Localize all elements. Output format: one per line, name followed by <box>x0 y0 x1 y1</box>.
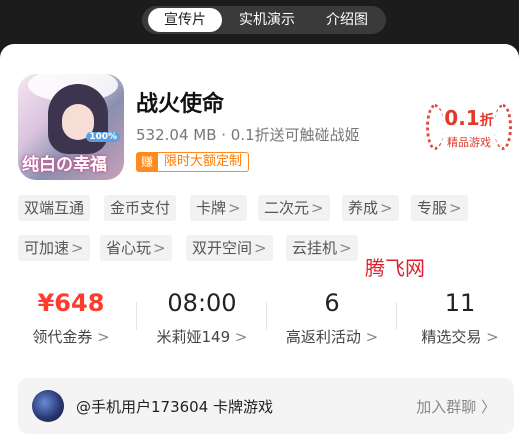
avatar <box>32 390 64 422</box>
tag-cloud-idle[interactable]: 云挂机 > <box>286 235 358 261</box>
group-chat-text: @手机用户173604 卡牌游戏 <box>76 398 274 416</box>
discount-label: 精品游戏 <box>447 136 491 149</box>
tag-easy-play[interactable]: 省心玩 > <box>100 235 172 261</box>
icon-logo-text: 纯白の幸福 <box>22 155 107 175</box>
tab-gameplay-demo[interactable]: 实机演示 <box>222 8 312 32</box>
stat-launch-time[interactable]: 08:00 米莉娅149 > <box>137 286 267 347</box>
stat-rebate-events-value: 6 <box>324 289 340 317</box>
media-tab-bar: 宣传片 实机演示 介绍图 <box>0 0 519 44</box>
tag-accelerate[interactable]: 可加速 > <box>18 235 90 261</box>
stat-trades[interactable]: 11 精选交易 > <box>395 286 519 347</box>
game-icon[interactable]: 100% 纯白の幸福 <box>18 74 124 180</box>
stat-rebate-events[interactable]: 6 高返利活动 > <box>267 286 397 347</box>
promo-badge: 赚 <box>136 152 158 172</box>
stat-voucher-value: ¥648 <box>37 289 105 317</box>
stat-voucher[interactable]: ¥648 领代金券 > <box>6 286 136 347</box>
media-segmented-control: 宣传片 实机演示 介绍图 <box>142 6 386 34</box>
discount-number: 0.1 <box>444 106 480 130</box>
tab-promo-video[interactable]: 宣传片 <box>148 8 222 32</box>
game-detail-card: 100% 纯白の幸福 战火使命 532.04 MB · 0.1折送可触碰战姬 赚… <box>0 44 519 447</box>
stat-trades-label: 精选交易 > <box>421 328 499 346</box>
join-group-button[interactable]: 加入群聊 〉 <box>416 396 496 417</box>
tab-screenshots[interactable]: 介绍图 <box>312 8 382 32</box>
tag-dual-space[interactable]: 双开空间 > <box>186 235 273 261</box>
tag-exclusive-server[interactable]: 专服 > <box>411 195 468 221</box>
game-subtitle: 532.04 MB · 0.1折送可触碰战姬 <box>136 126 360 144</box>
tag-coin-pay: 金币支付 <box>104 195 177 221</box>
discount-value: 0.1折 <box>424 106 514 130</box>
icon-percent-badge: 100% <box>86 132 120 142</box>
tag-anime[interactable]: 二次元 > <box>258 195 330 221</box>
promo-text: 限时大额定制 <box>158 152 250 172</box>
discount-unit: 折 <box>479 113 494 129</box>
stat-voucher-label: 领代金券 > <box>32 328 110 346</box>
game-title: 战火使命 <box>136 92 225 117</box>
stat-trades-value: 11 <box>444 289 476 317</box>
stat-rebate-events-label: 高返利活动 > <box>285 328 379 346</box>
group-chat-bar[interactable]: @手机用户173604 卡牌游戏 加入群聊 〉 <box>18 378 514 434</box>
promo-label[interactable]: 赚 限时大额定制 <box>136 152 250 172</box>
stats-row: ¥648 领代金券 > 08:00 米莉娅149 > 6 高返利活动 > 11 … <box>0 286 519 356</box>
tag-card[interactable]: 卡牌 > <box>190 195 247 221</box>
stat-launch-time-value: 08:00 <box>167 289 237 317</box>
stat-launch-time-label: 米莉娅149 > <box>156 328 248 346</box>
discount-badge: 0.1折 精品游戏 <box>424 100 514 160</box>
site-watermark: 腾飞网 <box>365 256 425 280</box>
tag-raising[interactable]: 养成 > <box>342 195 399 221</box>
tag-dual-platform: 双端互通 <box>18 195 91 221</box>
